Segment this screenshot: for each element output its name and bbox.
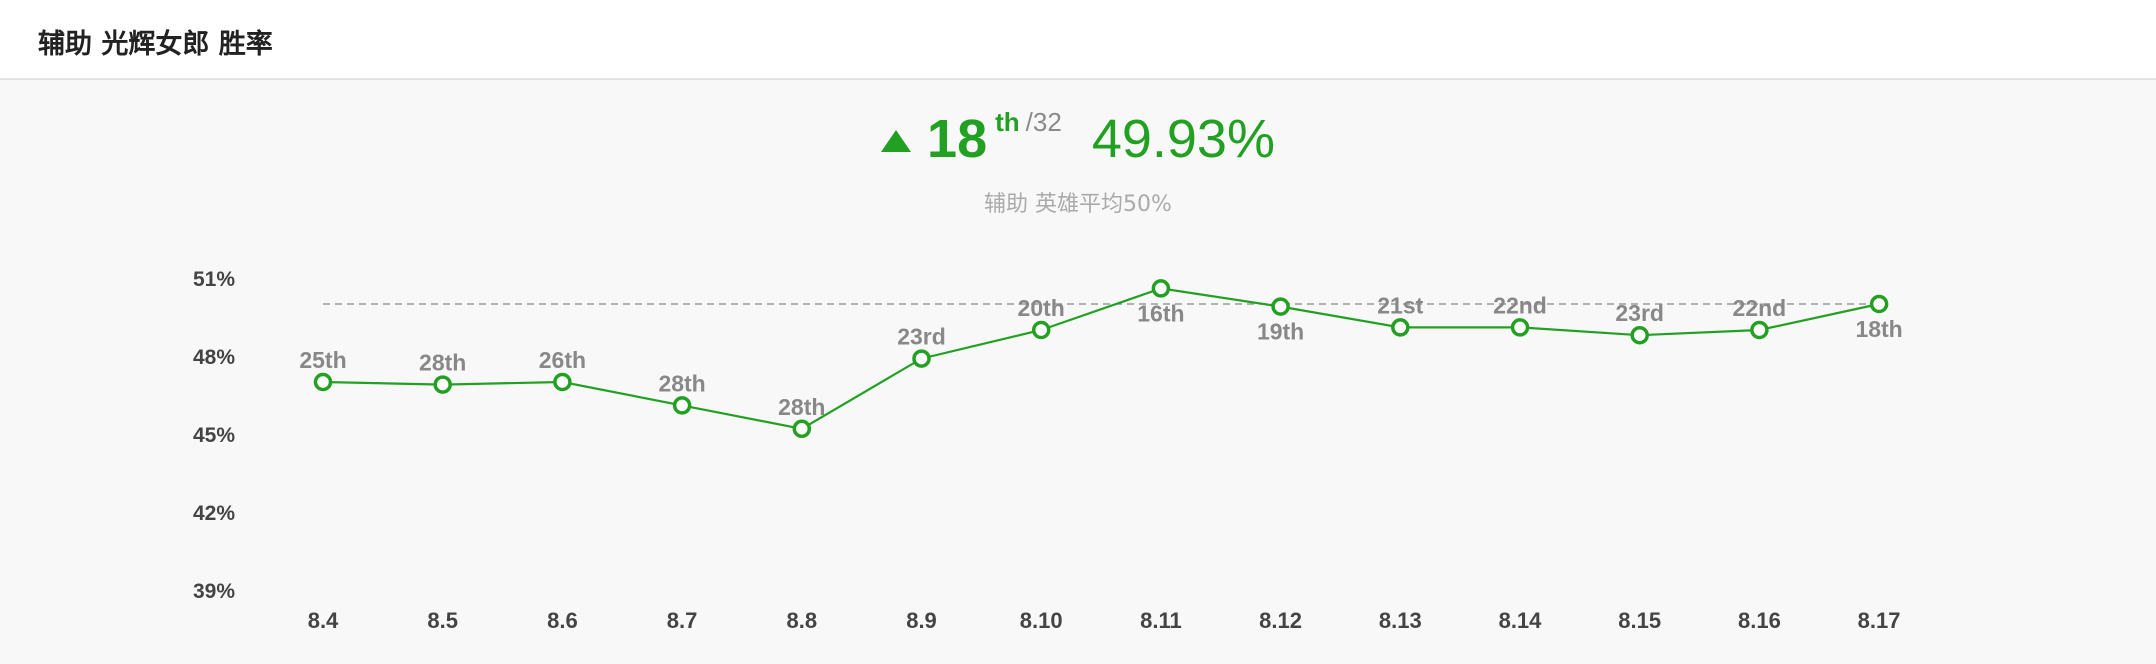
rank-data-label: 20th [1018,295,1065,321]
x-tick-label: 8.17 [1858,608,1901,633]
data-point [1750,320,1769,340]
rank-data-label: 19th [1257,319,1304,345]
rank-data-label: 28th [658,370,705,396]
rank-data-label: 16th [1137,300,1184,326]
y-tick-label: 48% [193,346,235,369]
data-point [553,372,572,392]
data-point [1031,320,1051,340]
x-tick-label: 8.8 [787,608,818,633]
rank-data-label: 21st [1377,292,1423,318]
x-tick-label: 8.4 [308,608,339,633]
rank-data-label: 28th [778,394,825,420]
y-tick-label: 42% [193,502,235,525]
data-point [313,372,333,392]
y-tick-label: 51% [193,268,235,291]
x-tick-label: 8.16 [1738,608,1781,633]
win-rate-line-chart: 25th 28th 26th 28th 28th 23rd 20th 16th 19th 21st… [193,268,1903,633]
y-tick-label: 39% [193,580,235,603]
x-tick-label: 8.5 [427,608,458,633]
rank-data-label: 25th [299,347,346,373]
x-tick-label: 8.14 [1499,608,1543,633]
rank-data-label: 28th [419,350,466,376]
x-tick-label: 8.11 [1140,608,1182,633]
x-tick-label: 8.7 [667,608,698,633]
x-tick-label: 8.12 [1259,608,1302,633]
x-tick-label: 8.10 [1020,608,1063,633]
data-point [1271,297,1290,316]
data-point [912,349,931,368]
data-point [672,396,692,415]
data-point [1510,318,1530,337]
rank-data-label: 18th [1855,316,1902,342]
x-tick-label: 8.9 [906,608,937,633]
data-point [1151,279,1171,298]
data-point [433,375,452,394]
x-tick-label: 8.13 [1379,608,1422,633]
rank-data-label: 23rd [1615,300,1664,326]
data-point [1630,325,1649,345]
x-tick-label: 8.6 [547,608,578,633]
y-tick-label: 45% [193,424,235,447]
data-point [792,419,812,439]
rank-data-label: 23rd [897,324,946,350]
rank-data-label: 26th [539,347,586,373]
x-tick-label: 8.15 [1618,608,1661,633]
data-point [1391,318,1410,337]
data-point [1869,294,1889,314]
rank-data-label: 22nd [1733,295,1787,321]
rank-data-label: 22nd [1493,292,1547,318]
